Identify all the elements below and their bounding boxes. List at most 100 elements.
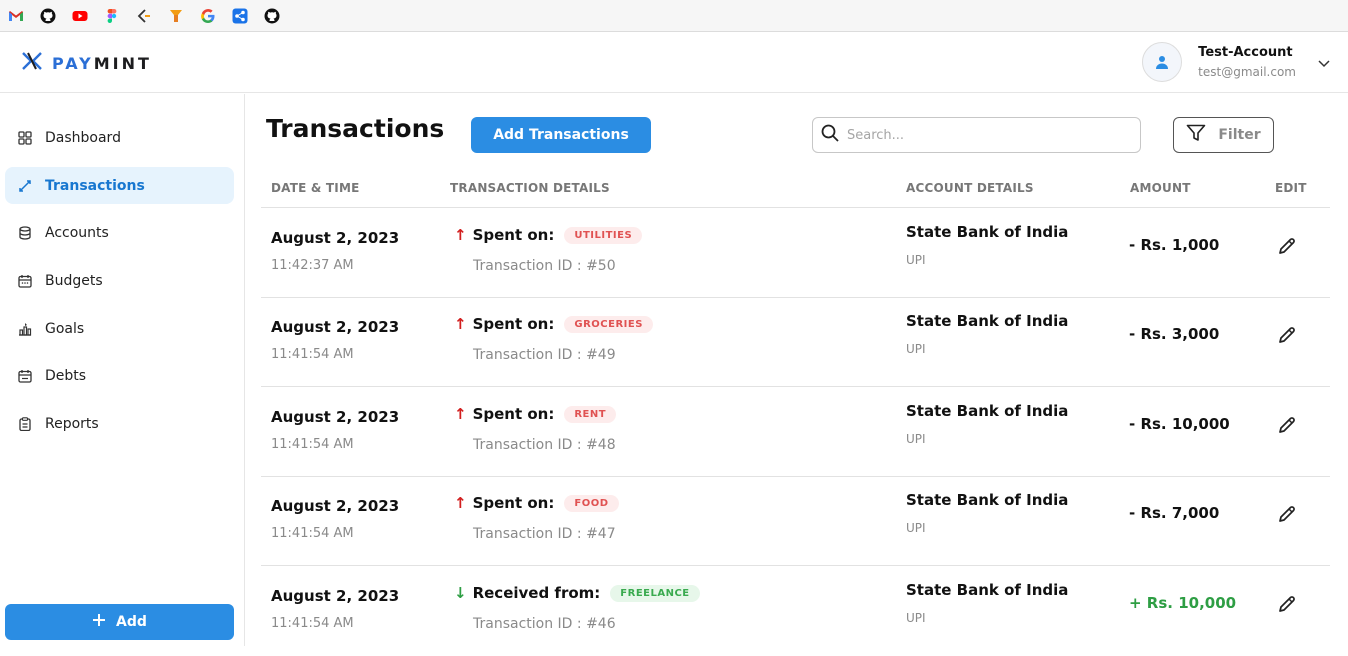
app-header: PAYMINT Test-Account test@gmail.com bbox=[0, 33, 1348, 93]
paymint-logo-icon bbox=[22, 52, 42, 74]
transaction-amount: - Rs. 7,000 bbox=[1129, 504, 1220, 522]
transaction-amount: - Rs. 10,000 bbox=[1129, 415, 1230, 433]
database-icon bbox=[18, 225, 32, 240]
column-header-edit: EDIT bbox=[1275, 181, 1307, 195]
transaction-type-label: Spent on: bbox=[472, 405, 555, 423]
sidebar-item-label: Goals bbox=[45, 320, 85, 337]
avatar[interactable] bbox=[1142, 42, 1183, 82]
table-row[interactable]: August 2, 2023 11:41:54 AM ↓ Received fr… bbox=[261, 566, 1330, 656]
transaction-type-label: Spent on: bbox=[472, 494, 555, 512]
category-tag: GROCERIES bbox=[564, 315, 653, 333]
calendar-icon bbox=[18, 369, 32, 383]
sidebar-item-transactions[interactable]: Transactions bbox=[5, 167, 234, 204]
bookmark-icon-6[interactable] bbox=[168, 8, 184, 24]
google-icon[interactable] bbox=[200, 8, 216, 24]
sidebar-item-label: Transactions bbox=[45, 177, 145, 194]
sidebar-item-debts[interactable]: Debts bbox=[5, 357, 234, 394]
edit-icon[interactable] bbox=[1277, 325, 1297, 345]
sidebar-item-label: Accounts bbox=[45, 224, 109, 241]
bookmark-icon-5[interactable] bbox=[136, 8, 152, 24]
transaction-type-label: Received from: bbox=[472, 584, 601, 602]
transaction-id: Transaction ID : #46 bbox=[473, 616, 616, 632]
transaction-date: August 2, 2023 bbox=[271, 587, 400, 605]
payment-mode: UPI bbox=[906, 521, 926, 535]
transaction-date: August 2, 2023 bbox=[271, 318, 400, 336]
transaction-time: 11:41:54 AM bbox=[271, 526, 354, 541]
edit-icon[interactable] bbox=[1277, 504, 1297, 524]
table-row[interactable]: August 2, 2023 11:41:54 AM ↑ Spent on: G… bbox=[261, 297, 1330, 387]
sidebar-item-budgets[interactable]: Budgets bbox=[5, 262, 234, 299]
payment-mode: UPI bbox=[906, 611, 926, 625]
bank-name: State Bank of India bbox=[906, 581, 1069, 599]
page-title: Transactions bbox=[266, 114, 445, 143]
gmail-icon[interactable] bbox=[8, 8, 24, 24]
calendar-icon bbox=[18, 274, 32, 288]
transaction-amount: - Rs. 3,000 bbox=[1129, 325, 1220, 343]
edit-icon[interactable] bbox=[1277, 415, 1297, 435]
table-row[interactable]: August 2, 2023 11:41:54 AM ↑ Spent on: R… bbox=[261, 387, 1330, 477]
search-icon bbox=[821, 124, 839, 146]
column-header-amount[interactable]: AMOUNT bbox=[1130, 181, 1191, 195]
arrow-up-icon: ↑ bbox=[454, 405, 467, 423]
category-tag: RENT bbox=[564, 405, 617, 423]
column-header-account[interactable]: ACCOUNT DETAILS bbox=[906, 181, 1034, 195]
transaction-id: Transaction ID : #49 bbox=[473, 347, 616, 363]
sidebar-item-label: Debts bbox=[45, 367, 87, 384]
plus-icon bbox=[92, 613, 106, 631]
transfer-icon bbox=[18, 179, 32, 193]
column-header-details[interactable]: TRANSACTION DETAILS bbox=[450, 181, 610, 195]
figma-icon[interactable] bbox=[104, 8, 120, 24]
transaction-type-label: Spent on: bbox=[472, 226, 555, 244]
chevron-down-icon[interactable] bbox=[1318, 53, 1330, 72]
github-icon[interactable] bbox=[264, 8, 280, 24]
edit-icon[interactable] bbox=[1277, 236, 1297, 256]
edit-icon[interactable] bbox=[1277, 594, 1297, 614]
payment-mode: UPI bbox=[906, 342, 926, 356]
paymint-logo[interactable]: PAYMINT bbox=[22, 52, 152, 74]
filter-button[interactable]: Filter bbox=[1173, 117, 1274, 153]
transaction-amount: - Rs. 1,000 bbox=[1129, 236, 1220, 254]
user-icon bbox=[1156, 56, 1169, 69]
category-tag: FREELANCE bbox=[610, 584, 700, 602]
transaction-amount: + Rs. 10,000 bbox=[1129, 594, 1237, 612]
user-menu[interactable]: Test-Account test@gmail.com bbox=[1142, 42, 1330, 82]
transaction-date: August 2, 2023 bbox=[271, 497, 400, 515]
transaction-detail: ↑ Spent on: FOOD bbox=[454, 494, 619, 512]
goal-chart-icon bbox=[18, 322, 32, 336]
transaction-time: 11:41:54 AM bbox=[271, 616, 354, 631]
user-name: Test-Account bbox=[1198, 45, 1293, 60]
transaction-detail: ↑ Spent on: GROCERIES bbox=[454, 315, 653, 333]
add-transactions-button[interactable]: Add Transactions bbox=[471, 117, 651, 153]
column-header-date[interactable]: DATE & TIME bbox=[271, 181, 360, 195]
arrow-up-icon: ↑ bbox=[454, 315, 467, 333]
youtube-icon[interactable] bbox=[72, 8, 88, 24]
sidebar-item-label: Dashboard bbox=[45, 129, 121, 146]
search-input[interactable] bbox=[847, 127, 1127, 143]
transaction-id: Transaction ID : #50 bbox=[473, 258, 616, 274]
bookmarks-bar bbox=[0, 0, 1348, 32]
sidebar-item-dashboard[interactable]: Dashboard bbox=[5, 119, 234, 156]
github-icon[interactable] bbox=[40, 8, 56, 24]
transaction-time: 11:41:54 AM bbox=[271, 347, 354, 362]
payment-mode: UPI bbox=[906, 432, 926, 446]
sidebar-item-label: Reports bbox=[45, 415, 99, 432]
share-icon[interactable] bbox=[232, 8, 248, 24]
user-email: test@gmail.com bbox=[1198, 65, 1296, 79]
sidebar-item-accounts[interactable]: Accounts bbox=[5, 214, 234, 251]
grid-icon bbox=[18, 130, 32, 145]
arrow-down-icon: ↓ bbox=[454, 584, 467, 602]
transaction-id: Transaction ID : #47 bbox=[473, 526, 616, 542]
table-row[interactable]: August 2, 2023 11:42:37 AM ↑ Spent on: U… bbox=[261, 208, 1330, 298]
arrow-up-icon: ↑ bbox=[454, 226, 467, 244]
transaction-time: 11:41:54 AM bbox=[271, 437, 354, 452]
payment-mode: UPI bbox=[906, 253, 926, 267]
search-box[interactable] bbox=[812, 117, 1141, 153]
sidebar-item-goals[interactable]: Goals bbox=[5, 310, 234, 347]
bank-name: State Bank of India bbox=[906, 491, 1069, 509]
filter-icon bbox=[1186, 124, 1206, 146]
transaction-time: 11:42:37 AM bbox=[271, 258, 354, 273]
table-row[interactable]: August 2, 2023 11:41:54 AM ↑ Spent on: F… bbox=[261, 476, 1330, 566]
sidebar-item-reports[interactable]: Reports bbox=[5, 405, 234, 442]
add-button[interactable]: Add bbox=[5, 604, 234, 640]
category-tag: UTILITIES bbox=[564, 226, 643, 244]
